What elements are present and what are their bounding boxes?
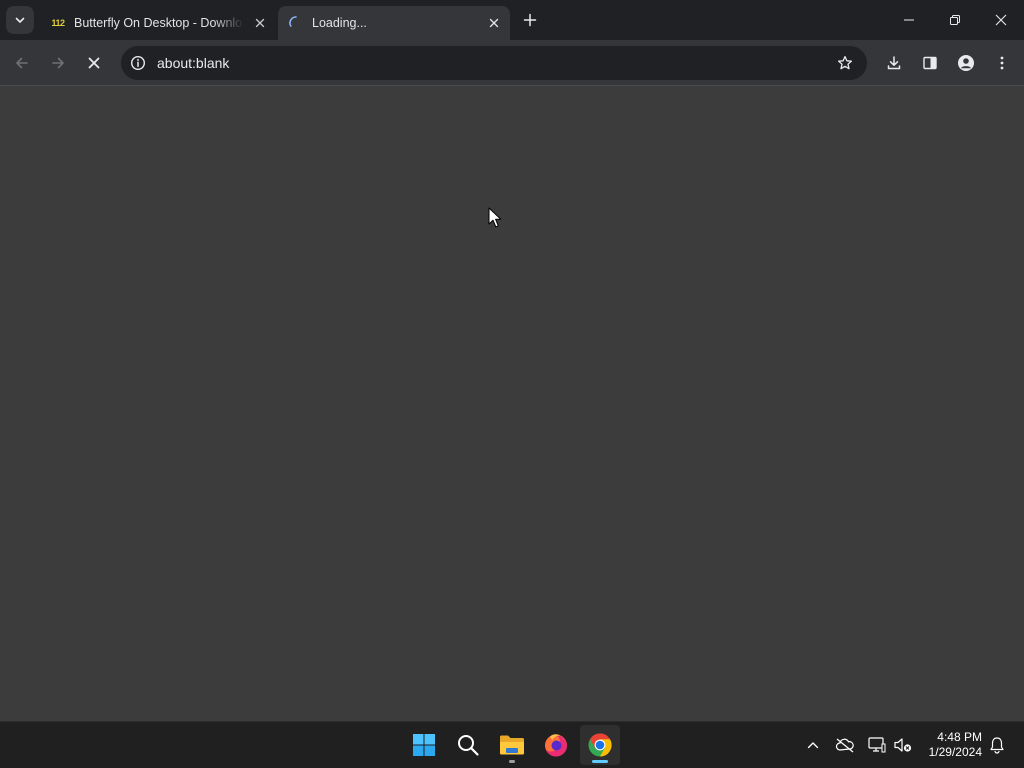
- tab-title: Loading...: [312, 16, 367, 30]
- person-icon: [958, 55, 974, 71]
- speaker-muted-icon: [894, 738, 912, 752]
- close-icon: [489, 18, 499, 28]
- close-tab-button[interactable]: [250, 13, 270, 33]
- taskbar: 4:48 PM 1/29/2024: [0, 721, 1024, 768]
- minimize-icon: [904, 19, 914, 21]
- mouse-cursor-icon: [488, 207, 502, 228]
- volume-button[interactable]: [890, 731, 916, 759]
- tab-loading[interactable]: Loading...: [278, 6, 510, 40]
- search-icon: [458, 735, 479, 756]
- tab-search-button[interactable]: [6, 6, 34, 34]
- site-info-button[interactable]: [126, 51, 150, 75]
- bookmark-star-button[interactable]: [833, 51, 857, 75]
- profile-button[interactable]: [950, 47, 982, 79]
- close-icon: [255, 18, 265, 28]
- file-explorer-button[interactable]: [492, 725, 532, 765]
- show-hidden-icons-button[interactable]: [800, 731, 826, 759]
- url-text[interactable]: about:blank: [157, 55, 229, 71]
- firefox-icon: [545, 734, 567, 757]
- star-icon: [837, 55, 853, 70]
- tab-butterfly[interactable]: 112 Butterfly On Desktop - Download: [40, 6, 276, 40]
- windows-logo-icon: [413, 734, 435, 756]
- bell-icon: [990, 737, 1004, 754]
- side-panel-icon: [923, 56, 937, 70]
- arrow-left-icon: [16, 57, 28, 69]
- tab-favicon: 112: [51, 18, 65, 28]
- page-content[interactable]: [0, 86, 1024, 721]
- close-icon: [88, 57, 100, 69]
- chrome-icon: [588, 733, 612, 757]
- taskbar-clock[interactable]: 4:48 PM 1/29/2024: [916, 730, 982, 760]
- minimize-button[interactable]: [886, 0, 932, 40]
- downloads-button[interactable]: [878, 47, 910, 79]
- network-icon: [868, 737, 886, 753]
- chevron-down-icon: [15, 17, 25, 23]
- back-button[interactable]: [6, 47, 38, 79]
- menu-button[interactable]: [986, 47, 1018, 79]
- forward-button[interactable]: [42, 47, 74, 79]
- info-icon: [130, 55, 146, 71]
- running-indicator: [509, 760, 515, 763]
- folder-icon: [500, 735, 524, 755]
- chrome-button[interactable]: [580, 725, 620, 765]
- loading-spinner-icon: [288, 15, 304, 31]
- tab-title: Butterfly On Desktop - Download: [74, 16, 244, 30]
- stop-loading-button[interactable]: [78, 47, 110, 79]
- side-panel-button[interactable]: [914, 47, 946, 79]
- onedrive-button[interactable]: [832, 731, 858, 759]
- plus-icon: [523, 13, 537, 27]
- close-window-button[interactable]: [978, 0, 1024, 40]
- firefox-button[interactable]: [536, 725, 576, 765]
- search-button[interactable]: [448, 725, 488, 765]
- address-bar[interactable]: about:blank: [121, 46, 867, 80]
- more-vert-icon: [1000, 56, 1004, 70]
- notifications-button[interactable]: [984, 731, 1010, 759]
- restore-icon: [950, 15, 960, 25]
- arrow-right-icon: [52, 57, 64, 69]
- network-button[interactable]: [864, 731, 890, 759]
- tab-strip: 112 Butterfly On Desktop - Download Load…: [0, 0, 1024, 40]
- new-tab-button[interactable]: [519, 9, 541, 31]
- start-button[interactable]: [404, 725, 444, 765]
- browser-toolbar: about:blank: [0, 40, 1024, 86]
- restore-button[interactable]: [932, 0, 978, 40]
- cloud-off-icon: [835, 738, 854, 753]
- close-icon: [995, 14, 1007, 26]
- close-tab-button[interactable]: [484, 13, 504, 33]
- clock-time: 4:48 PM: [937, 730, 982, 744]
- running-indicator: [592, 760, 608, 763]
- chevron-up-icon: [807, 742, 819, 749]
- clock-date: 1/29/2024: [928, 745, 982, 759]
- download-icon: [887, 56, 901, 70]
